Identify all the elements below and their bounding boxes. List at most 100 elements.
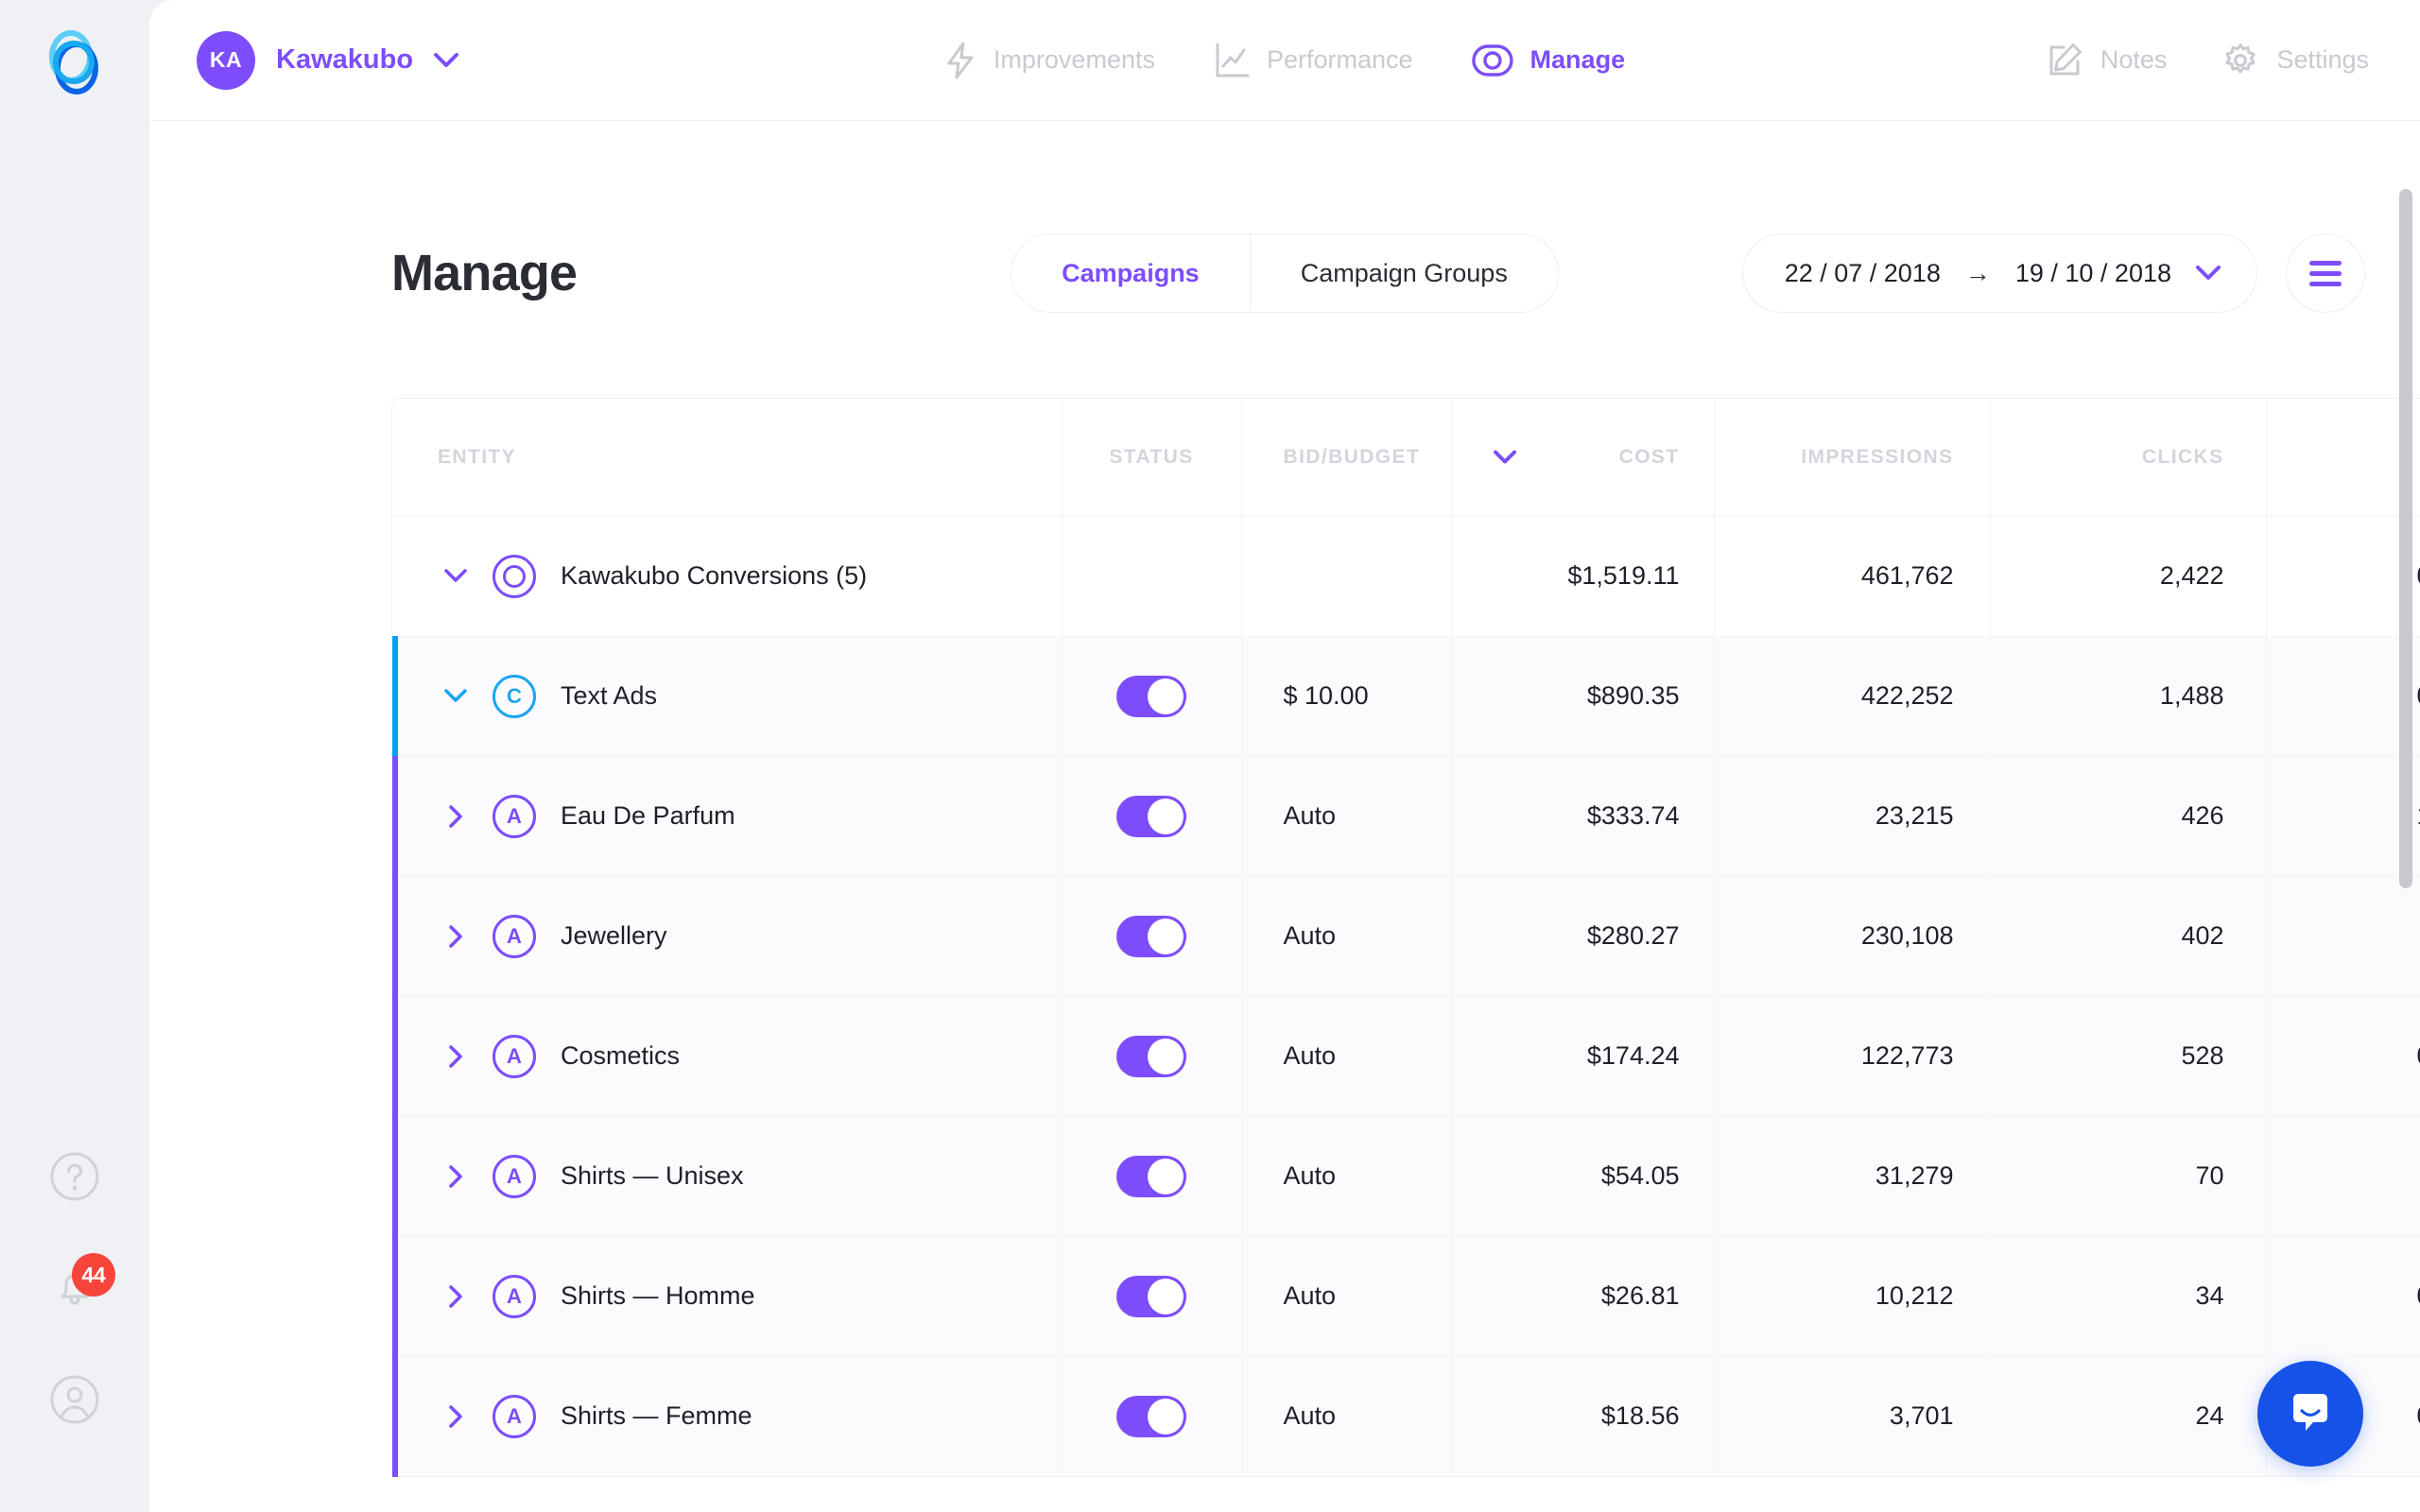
cell-bid[interactable]: Auto — [1241, 755, 1452, 876]
expand-toggle-icon[interactable] — [438, 924, 474, 948]
table-row[interactable]: A Shirts — Unisex Auto $54.05 31,279 70 … — [392, 1115, 2420, 1237]
status-toggle[interactable] — [1116, 1155, 1186, 1197]
nav-label-performance: Performance — [1266, 45, 1413, 74]
cell-impressions: 422,252 — [1714, 635, 1991, 756]
lightning-bolt-icon — [944, 41, 977, 80]
cell-ctr: 1. — [2266, 755, 2420, 876]
column-header-bid-budget[interactable]: BID/BUDGET — [1241, 399, 1452, 516]
cell-clicks: 2,422 — [1990, 515, 2267, 636]
chevron-down-icon — [434, 52, 459, 68]
nav-label-notes: Notes — [2100, 45, 2168, 74]
cell-status — [1062, 1355, 1242, 1476]
cell-impressions: 31,279 — [1714, 1115, 1991, 1236]
cell-ctr: 0. — [2266, 995, 2420, 1116]
nav-label-manage: Manage — [1530, 45, 1626, 74]
sort-descending-icon[interactable] — [1493, 450, 1516, 464]
expand-toggle-icon[interactable] — [438, 569, 474, 583]
cell-status — [1062, 515, 1242, 636]
help-icon[interactable] — [49, 1151, 100, 1202]
expand-toggle-icon[interactable] — [438, 1284, 474, 1308]
cell-clicks: 426 — [1990, 755, 2267, 876]
entity-type-account-icon — [493, 554, 536, 598]
status-toggle[interactable] — [1116, 675, 1186, 717]
entities-table: ENTITY STATUS BID/BUDGET COST IMPRESSION… — [391, 398, 2420, 1477]
table-row[interactable]: A Jewellery Auto $280.27 230,108 402 0 — [392, 875, 2420, 997]
nav-item-settings[interactable]: Settings — [2221, 42, 2369, 79]
table-body: Kawakubo Conversions (5) $1,519.11 461,7… — [392, 515, 2420, 1477]
status-toggle[interactable] — [1116, 915, 1186, 957]
cell-bid — [1241, 515, 1452, 636]
cell-status — [1062, 1115, 1242, 1236]
vertical-scrollbar[interactable] — [2399, 189, 2412, 888]
cell-ctr: 0 — [2266, 875, 2420, 996]
expand-toggle-icon[interactable] — [438, 689, 474, 703]
entity-type-adgroup-icon: A — [493, 1154, 536, 1198]
entity-type-adgroup-icon: A — [493, 1274, 536, 1318]
heading-right-controls: 22 / 07 / 2018 → 19 / 10 / 2018 — [1741, 233, 2365, 313]
cell-clicks: 528 — [1990, 995, 2267, 1116]
column-header-cost[interactable]: COST — [1451, 399, 1715, 516]
user-circle-icon[interactable] — [49, 1374, 100, 1425]
date-range-picker[interactable]: 22 / 07 / 2018 → 19 / 10 / 2018 — [1741, 233, 2257, 313]
line-chart-icon — [1214, 42, 1250, 79]
table-row[interactable]: A Eau De Parfum Auto $333.74 23,215 426 … — [392, 755, 2420, 877]
row-indent-bar — [392, 875, 398, 997]
table-row[interactable]: A Shirts — Homme Auto $26.81 10,212 34 0… — [392, 1235, 2420, 1357]
cell-bid[interactable]: Auto — [1241, 1115, 1452, 1236]
entity-name: Eau De Parfum — [561, 801, 735, 830]
expand-toggle-icon[interactable] — [438, 1044, 474, 1068]
status-toggle[interactable] — [1116, 795, 1186, 837]
table-row[interactable]: A Cosmetics Auto $174.24 122,773 528 0. — [392, 995, 2420, 1117]
cell-clicks: 1,488 — [1990, 635, 2267, 756]
page-heading-row: Manage Campaigns Campaign Groups 22 / 07… — [149, 220, 2420, 326]
cell-bid[interactable]: Auto — [1241, 875, 1452, 996]
cell-entity: A Shirts — Homme — [392, 1235, 1063, 1357]
nav-item-manage[interactable]: Manage — [1471, 43, 1626, 77]
hamburger-menu-icon[interactable] — [2286, 233, 2365, 313]
cell-entity: Kawakubo Conversions (5) — [392, 515, 1063, 636]
entity-name: Jewellery — [561, 921, 667, 950]
cell-clicks: 34 — [1990, 1235, 2267, 1356]
cell-ctr: 0. — [2266, 1235, 2420, 1356]
cell-clicks: 70 — [1990, 1115, 2267, 1236]
account-switcher[interactable]: KA Kawakubo — [197, 30, 459, 90]
secondary-nav: Notes Settings — [2048, 42, 2369, 79]
intercom-chat-icon[interactable] — [2257, 1361, 2363, 1467]
table-row[interactable]: Kawakubo Conversions (5) $1,519.11 461,7… — [392, 515, 2420, 636]
column-header-status[interactable]: STATUS — [1062, 399, 1242, 516]
cell-bid[interactable]: Auto — [1241, 1355, 1452, 1476]
cell-bid[interactable]: Auto — [1241, 1235, 1452, 1356]
circles-logo-icon[interactable] — [42, 30, 106, 94]
column-header-ctr[interactable] — [2266, 399, 2420, 516]
primary-nav: Improvements Performance Manage — [944, 41, 1625, 80]
entity-name: Shirts — Unisex — [561, 1161, 744, 1190]
expand-toggle-icon[interactable] — [438, 1164, 474, 1188]
cell-entity: A Eau De Parfum — [392, 755, 1063, 877]
cell-ctr: 0. — [2266, 515, 2420, 636]
cell-bid[interactable]: Auto — [1241, 995, 1452, 1116]
rail-bottom-actions: 44 — [0, 1151, 149, 1425]
tab-campaigns[interactable]: Campaigns — [1011, 234, 1250, 312]
nav-item-performance[interactable]: Performance — [1214, 42, 1413, 79]
cell-impressions: 10,212 — [1714, 1235, 1991, 1356]
table-row[interactable]: A Shirts — Femme Auto $18.56 3,701 24 0. — [392, 1355, 2420, 1477]
cell-bid[interactable]: $ 10.00 — [1241, 635, 1452, 756]
date-range-arrow-icon: → — [1964, 258, 1991, 287]
nav-item-notes[interactable]: Notes — [2048, 43, 2168, 78]
column-header-impressions[interactable]: IMPRESSIONS — [1714, 399, 1991, 516]
tab-campaign-groups[interactable]: Campaign Groups — [1249, 234, 1558, 312]
cell-cost: $174.24 — [1451, 995, 1715, 1116]
status-toggle[interactable] — [1116, 1035, 1186, 1077]
expand-toggle-icon[interactable] — [438, 804, 474, 828]
status-toggle[interactable] — [1116, 1275, 1186, 1317]
column-header-clicks[interactable]: CLICKS — [1990, 399, 2267, 516]
row-indent-bar — [392, 1355, 398, 1477]
table-row[interactable]: C Text Ads $ 10.00 $890.35 422,252 1,488… — [392, 635, 2420, 757]
status-toggle[interactable] — [1116, 1395, 1186, 1437]
expand-toggle-icon[interactable] — [438, 1404, 474, 1428]
column-header-entity[interactable]: ENTITY — [392, 399, 1063, 516]
nav-item-improvements[interactable]: Improvements — [944, 41, 1155, 80]
entity-type-adgroup-icon: A — [493, 1394, 536, 1438]
bell-icon[interactable]: 44 — [49, 1253, 115, 1314]
entity-type-adgroup-icon: A — [493, 794, 536, 838]
